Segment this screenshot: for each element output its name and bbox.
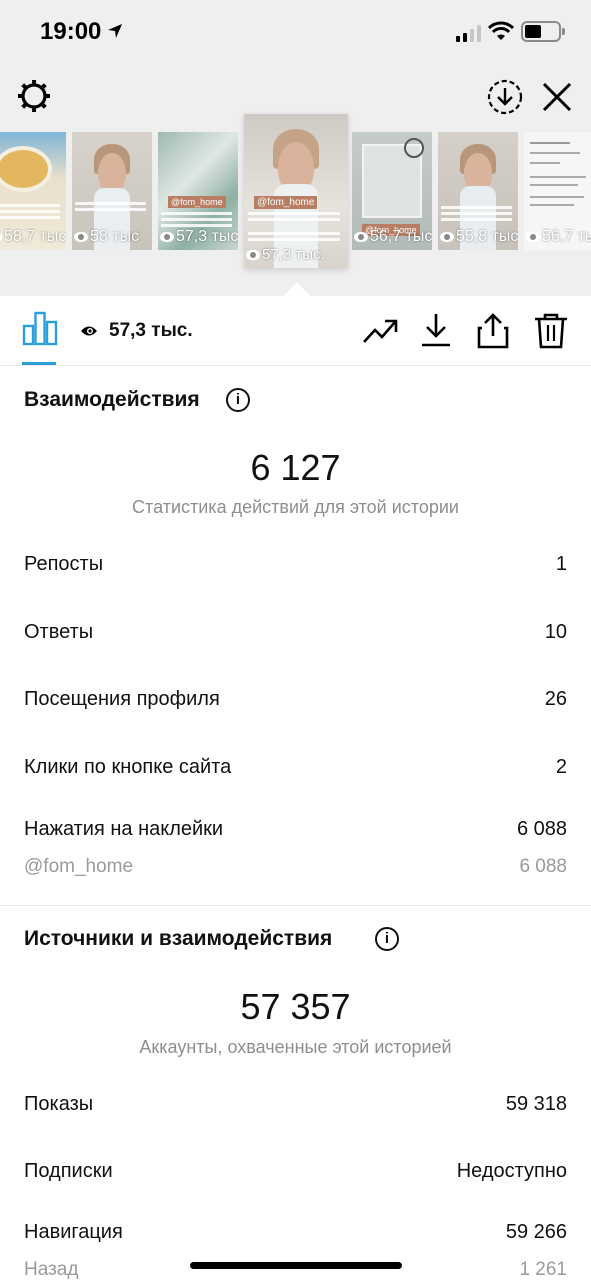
interactions-total: 6 127 xyxy=(250,447,341,488)
navigation-label: Навигация xyxy=(24,1221,123,1243)
insights-toolbar: 57,3 тыс. xyxy=(0,296,591,366)
active-tab-indicator xyxy=(22,362,56,365)
reach-total: 57 357 xyxy=(240,986,351,1027)
reach-title: Источники и взаимодействия xyxy=(24,927,333,950)
profile-visits-value: 26 xyxy=(544,688,567,710)
thumbnail-views: 56,7 тыс xyxy=(526,228,591,246)
impressions-value: 59 318 xyxy=(505,1093,567,1115)
save-story-icon[interactable] xyxy=(486,78,524,116)
trending-icon[interactable] xyxy=(362,316,398,346)
info-icon[interactable]: i xyxy=(375,927,399,951)
thumbnail-tag: @fom_home xyxy=(168,196,226,208)
download-icon[interactable] xyxy=(420,312,452,348)
section-divider xyxy=(0,905,591,906)
location-arrow-icon xyxy=(108,24,122,38)
thumbnail-views: 55,8 тыс xyxy=(440,228,518,246)
reach-caption: Аккаунты, охваченные этой историей xyxy=(139,1037,452,1057)
story-thumbnail[interactable]: 58,7 тыс xyxy=(0,132,66,250)
back-value: 1 261 xyxy=(519,1259,567,1280)
thumbnail-views: 57,3 тыс. xyxy=(246,246,325,263)
shares-value: 1 xyxy=(555,553,567,575)
profile-visits-label: Посещения профиля xyxy=(24,688,220,710)
impressions-label: Показы xyxy=(24,1093,94,1115)
interactions-caption: Статистика действий для этой истории xyxy=(132,497,459,517)
eye-icon xyxy=(354,232,368,242)
selected-pointer xyxy=(284,282,310,296)
bar-chart-icon[interactable] xyxy=(22,310,58,346)
eye-icon xyxy=(526,232,540,242)
follows-value: Недоступно xyxy=(456,1160,567,1182)
status-bar: 19:00 xyxy=(0,0,591,64)
eye-icon xyxy=(74,232,88,242)
wifi-icon xyxy=(488,21,514,40)
eye-icon xyxy=(246,249,260,260)
cellular-signal-icon xyxy=(456,24,481,42)
story-thumbnail-selected[interactable]: @fom_home 57,3 тыс. xyxy=(244,114,348,268)
close-icon[interactable] xyxy=(540,80,574,114)
status-time: 19:00 xyxy=(40,18,102,45)
thumbnail-views: 58,7 тыс xyxy=(0,228,66,246)
sticker-mention-value: 6 088 xyxy=(519,856,567,877)
story-thumbnail[interactable]: 55,8 тыс xyxy=(438,132,518,250)
replies-value: 10 xyxy=(544,621,567,643)
follows-label: Подписки xyxy=(24,1160,113,1182)
trash-icon[interactable] xyxy=(534,312,568,350)
replies-label: Ответы xyxy=(24,621,94,643)
navigation-value: 59 266 xyxy=(505,1221,567,1243)
share-icon[interactable] xyxy=(476,312,510,350)
view-count: 57,3 тыс. xyxy=(109,320,193,341)
thumbnail-views: 56,7 тыс xyxy=(354,228,432,246)
info-icon[interactable]: i xyxy=(226,388,250,412)
battery-icon xyxy=(521,21,565,42)
gear-icon[interactable] xyxy=(16,78,52,114)
sticker-taps-value: 6 088 xyxy=(516,818,567,840)
story-thumbnail[interactable]: @fom_home 56,7 тыс xyxy=(352,132,432,250)
thumbnail-views: 57,3 тыс xyxy=(160,228,238,246)
story-thumbnail[interactable]: 58 тыс xyxy=(72,132,152,250)
story-thumbnail[interactable]: @fom_home 57,3 тыс xyxy=(158,132,238,250)
story-thumbnails: 58,7 тыс 58 тыс @fom_home 57,3 тыс @fom_… xyxy=(0,114,591,274)
eye-icon xyxy=(81,326,97,336)
interactions-title: Взаимодействия xyxy=(24,388,200,411)
eye-icon xyxy=(440,232,454,242)
sticker-mention-label: @fom_home xyxy=(24,856,134,877)
sticker-taps-label: Нажатия на наклейки xyxy=(24,818,224,840)
thumbnail-views: 58 тыс xyxy=(74,228,139,246)
back-label: Назад xyxy=(24,1259,79,1280)
story-preview-area: 19:00 58,7 тыс 58 тыс @fom_home 57,3 тыс… xyxy=(0,0,591,296)
story-thumbnail[interactable]: 56,7 тыс xyxy=(524,132,591,250)
website-clicks-value: 2 xyxy=(555,756,567,778)
thumbnail-tag: @fom_home xyxy=(254,196,318,209)
shares-label: Репосты xyxy=(24,553,104,575)
home-indicator[interactable] xyxy=(190,1262,402,1269)
website-clicks-label: Клики по кнопке сайта xyxy=(24,756,232,778)
eye-icon xyxy=(0,232,2,242)
eye-icon xyxy=(160,232,174,242)
